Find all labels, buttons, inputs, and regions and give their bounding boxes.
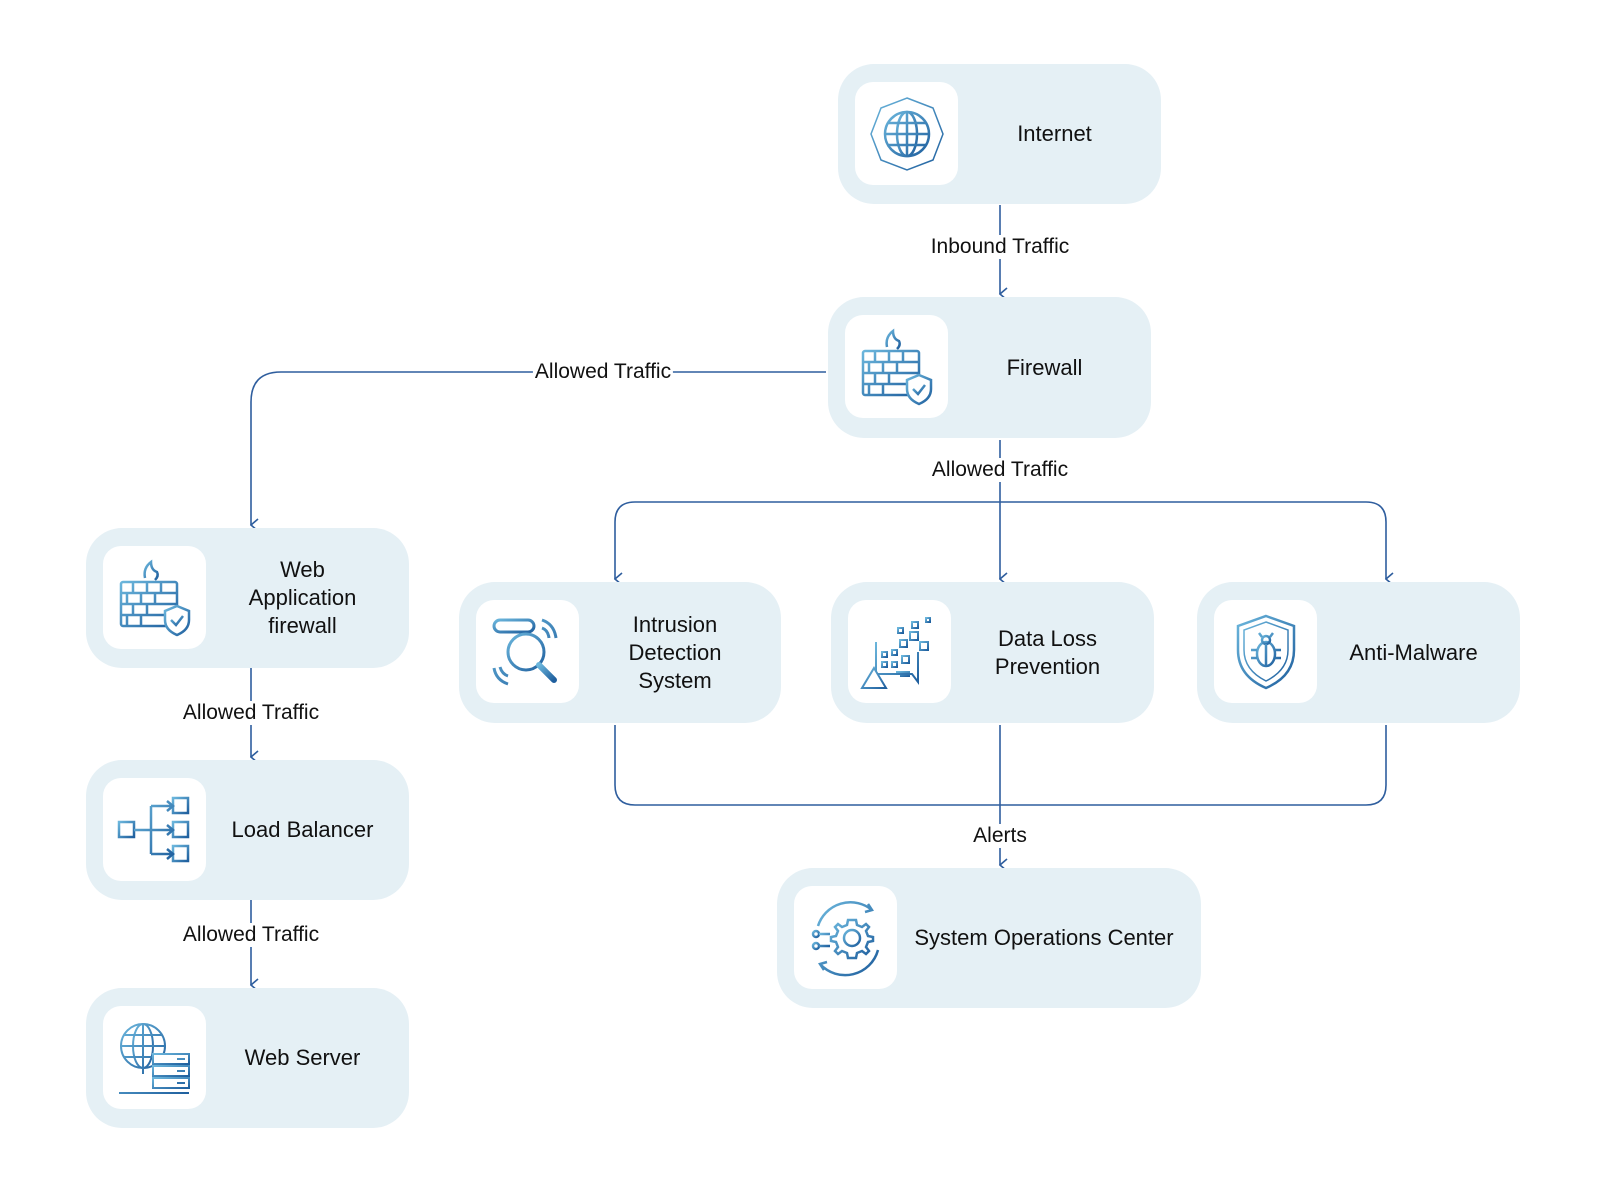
globe-network-icon bbox=[855, 82, 958, 185]
magnifier-alert-icon bbox=[476, 600, 579, 703]
gear-cycle-icon bbox=[794, 886, 897, 989]
node-label: Web Server bbox=[244, 1045, 361, 1070]
load-balancer-icon bbox=[103, 778, 206, 881]
firewall-shield-icon bbox=[845, 315, 948, 418]
node-internet: Internet bbox=[838, 64, 1161, 204]
edge-label-allowed-traffic: Allowed Traffic bbox=[532, 360, 674, 384]
node-label: Intrusion Detection System bbox=[628, 611, 722, 693]
edge-branch-ids bbox=[615, 501, 1000, 579]
edge-label-inbound-traffic: Inbound Traffic bbox=[928, 235, 1072, 259]
globe-server-icon bbox=[103, 1006, 206, 1109]
firewall-shield-icon bbox=[103, 546, 206, 649]
node-label: Firewall bbox=[1006, 354, 1083, 380]
node-label: Web Application firewall bbox=[248, 557, 357, 638]
edge-label-allowed-traffic: Allowed Traffic bbox=[180, 923, 322, 947]
edge-label-alerts: Alerts bbox=[971, 824, 1029, 848]
node-web-application-firewall: Web Application firewall bbox=[86, 528, 409, 668]
shield-bug-icon bbox=[1214, 600, 1317, 703]
edge-branch-antimalware bbox=[1000, 501, 1386, 579]
node-web-server: Web Server bbox=[86, 988, 409, 1128]
node-label: Data Loss Prevention bbox=[994, 625, 1101, 679]
edge-label-allowed-traffic: Allowed Traffic bbox=[180, 701, 322, 725]
document-data-warning-icon bbox=[848, 600, 951, 703]
node-label: Load Balancer bbox=[231, 817, 374, 842]
node-firewall: Firewall bbox=[828, 297, 1151, 438]
node-anti-malware: Anti-Malware bbox=[1197, 582, 1520, 723]
node-intrusion-detection-system: Intrusion Detection System bbox=[459, 582, 781, 723]
node-system-operations-center: System Operations Center bbox=[777, 868, 1201, 1008]
edge-label-allowed-traffic: Allowed Traffic bbox=[929, 458, 1071, 482]
node-label: Internet bbox=[1017, 121, 1092, 146]
node-label: Anti-Malware bbox=[1349, 639, 1478, 665]
node-data-loss-prevention: Data Loss Prevention bbox=[831, 582, 1154, 723]
node-load-balancer: Load Balancer bbox=[86, 760, 409, 900]
node-label: System Operations Center bbox=[914, 925, 1174, 950]
